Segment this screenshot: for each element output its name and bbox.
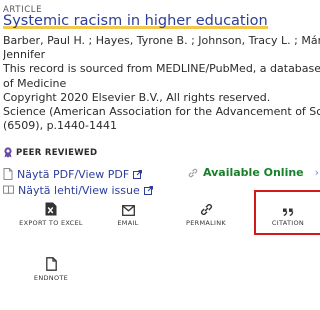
source-note: This record is sourced from MEDLINE/PubM…	[3, 62, 320, 76]
copyright-line: Copyright 2020 Elsevier B.V., All rights…	[3, 90, 271, 104]
source-note-cont: of Medicine	[3, 76, 67, 90]
pdf-icon	[3, 168, 13, 180]
availability-status[interactable]: Available Online ›	[188, 166, 319, 179]
view-pdf-link[interactable]: Näytä PDF/View PDF	[17, 168, 129, 181]
email-button[interactable]: EMAIL	[96, 192, 160, 244]
peer-reviewed-label: PEER REVIEWED	[16, 147, 98, 158]
endnote-button[interactable]: ENDNOTE	[19, 247, 83, 299]
chevron-right-icon[interactable]: ›	[315, 166, 319, 179]
availability-label[interactable]: Available Online	[203, 166, 304, 179]
email-icon	[121, 205, 135, 216]
link-chain-icon	[188, 168, 198, 177]
record-title[interactable]: Systemic racism in higher education	[3, 13, 268, 29]
permalink-label: PERMALINK	[186, 219, 226, 227]
journal-line: Science (American Association for the Ad…	[3, 105, 320, 119]
record-page: ARTICLE Systemic racism in higher educat…	[0, 0, 320, 310]
permalink-icon	[200, 203, 212, 216]
external-link-icon	[133, 169, 143, 179]
export-excel-button[interactable]: EXPORT TO EXCEL	[19, 192, 83, 244]
peer-reviewed-icon	[4, 147, 12, 158]
excel-icon	[45, 202, 57, 216]
record-title-link[interactable]: Systemic racism in higher education	[3, 13, 268, 29]
email-label: EMAIL	[117, 219, 139, 227]
authors-line: Barber, Paul H. ; Hayes, Tyrone B. ; Joh…	[3, 34, 320, 47]
export-excel-label: EXPORT TO EXCEL	[19, 219, 83, 227]
endnote-icon	[45, 257, 57, 271]
endnote-label: ENDNOTE	[33, 274, 69, 282]
view-pdf-row[interactable]: Näytä PDF/View PDF	[3, 166, 153, 182]
journal-pages-line: (6509), p.1440-1441	[3, 119, 118, 133]
authors-line-cont: Jennifer	[3, 48, 46, 62]
peer-reviewed-badge: PEER REVIEWED	[3, 147, 97, 158]
permalink-button[interactable]: PERMALINK	[174, 192, 238, 244]
record-details: Barber, Paul H. ; Hayes, Tyrone B. ; Joh…	[3, 34, 320, 133]
citation-highlight-frame	[254, 190, 320, 235]
